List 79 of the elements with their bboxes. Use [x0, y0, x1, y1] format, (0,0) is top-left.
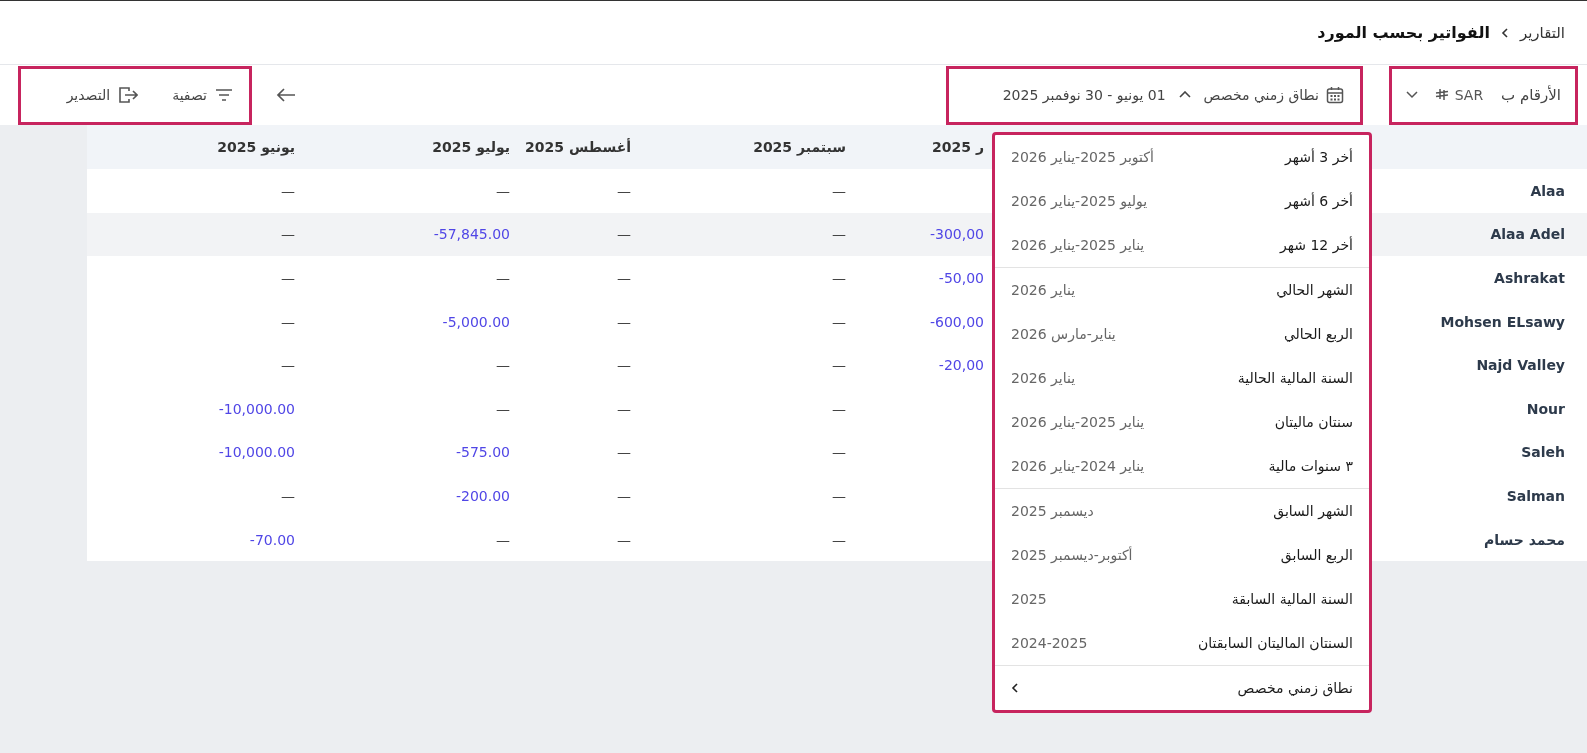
column-header: سبتمبر 2025	[753, 139, 846, 155]
vendor-name[interactable]: Najd Valley	[1476, 357, 1565, 374]
menu-item[interactable]: أخر 3 أشهر أكتوبر 2025-يناير 2026	[995, 135, 1369, 179]
empty-value: —	[617, 357, 631, 374]
menu-item[interactable]: الربع الحالي يناير-مارس 2026	[995, 312, 1369, 356]
empty-value: —	[496, 270, 510, 286]
caret-icon	[1178, 91, 1191, 99]
empty-value: —	[496, 182, 510, 199]
vendor-name[interactable]: محمد حسام	[1484, 531, 1565, 548]
empty-value: —	[832, 226, 846, 243]
empty-value: —	[832, 400, 846, 417]
empty-value: —	[617, 270, 631, 286]
vendor-name[interactable]: Salman	[1506, 487, 1565, 504]
empty-value: —	[496, 531, 510, 548]
menu-item[interactable]: سنتان ماليتان يناير 2025-يناير 2026	[995, 400, 1369, 444]
menu-item[interactable]: السنة المالية الحالية يناير 2026	[995, 356, 1369, 400]
amount-value: -70.00	[249, 531, 295, 548]
date-range-selector[interactable]: نطاق زمني مخصص 01 يونيو - 30 نوفمبر 2025	[1000, 82, 1346, 108]
column-header: يونيو 2025	[217, 139, 295, 155]
empty-value: —	[496, 357, 510, 374]
empty-value: —	[832, 487, 846, 504]
empty-value: —	[281, 357, 295, 374]
menu-item[interactable]: أخر 6 أشهر يوليو 2025-يناير 2026	[995, 179, 1369, 223]
menu-item[interactable]: أخر 12 شهر يناير 2025-يناير 2026	[995, 223, 1369, 267]
empty-value: —	[617, 487, 631, 504]
vendor-name[interactable]: Saleh	[1521, 444, 1565, 461]
vendor-name[interactable]: Nour	[1526, 400, 1565, 417]
riyal-sign-icon	[1434, 88, 1449, 102]
amount-value: -200.00	[455, 487, 510, 504]
calendar-icon	[1326, 86, 1344, 104]
empty-value: —	[832, 270, 846, 286]
menu-item[interactable]: نطاق زمني مخصص	[995, 666, 1369, 710]
empty-value: —	[617, 313, 631, 330]
menu-item[interactable]: ٣ سنوات مالية يناير 2024-يناير 2026	[995, 444, 1369, 488]
amount-value: -57,845.00	[433, 226, 510, 243]
empty-value: —	[281, 226, 295, 243]
chevron-icon	[1499, 26, 1510, 39]
empty-value: —	[617, 182, 631, 199]
empty-value: —	[832, 313, 846, 330]
empty-value: —	[617, 226, 631, 243]
menu-item[interactable]: الربع السابق أكتوبر-ديسمبر 2025	[995, 533, 1369, 577]
empty-value: —	[281, 487, 295, 504]
column-header: أغسطس 2025	[525, 139, 631, 155]
page-title: الفواتير بحسب المورد	[1317, 23, 1490, 42]
export-button[interactable]: التصدير	[64, 82, 141, 108]
amount-value: -10,000.00	[218, 444, 295, 461]
menu-item[interactable]: الشهر الحالي يناير 2026	[995, 268, 1369, 312]
empty-value: —	[281, 182, 295, 199]
empty-value: —	[617, 400, 631, 417]
amount-value: -575.00	[455, 444, 510, 461]
vendor-name[interactable]: Alaa Adel	[1490, 226, 1565, 243]
vendor-name[interactable]: Alaa	[1530, 182, 1565, 199]
empty-value: —	[281, 313, 295, 330]
empty-value: —	[496, 400, 510, 417]
empty-value: —	[832, 444, 846, 461]
amount-value: -600,00	[929, 313, 984, 330]
arrow-left-icon	[276, 88, 296, 102]
breadcrumb-link[interactable]: التقارير	[1519, 23, 1565, 42]
column-header: ر 2025	[932, 139, 984, 155]
amount-value: -10,000.00	[218, 400, 295, 417]
amount-value: -50,00	[938, 270, 984, 286]
amount-value: -20,00	[938, 357, 984, 374]
filter-button[interactable]: تصفية	[170, 83, 235, 107]
amount-value: -5,000.00	[442, 313, 510, 330]
empty-value: —	[832, 357, 846, 374]
empty-value: —	[832, 531, 846, 548]
empty-value: —	[617, 531, 631, 548]
vendor-name[interactable]: Mohsen ELsawy	[1440, 313, 1565, 330]
empty-value: —	[281, 270, 295, 286]
chevron-icon	[1011, 683, 1019, 693]
menu-item[interactable]: الشهر السابق ديسمبر 2025	[995, 489, 1369, 533]
empty-value: —	[832, 182, 846, 199]
export-icon	[118, 86, 139, 104]
filter-icon	[215, 88, 233, 102]
vendor-name[interactable]: Ashrakat	[1494, 270, 1565, 286]
empty-value: —	[617, 444, 631, 461]
chevron-down-icon	[1406, 91, 1418, 99]
column-header: يوليو 2025	[432, 139, 510, 155]
amount-value: -300,00	[929, 226, 984, 243]
